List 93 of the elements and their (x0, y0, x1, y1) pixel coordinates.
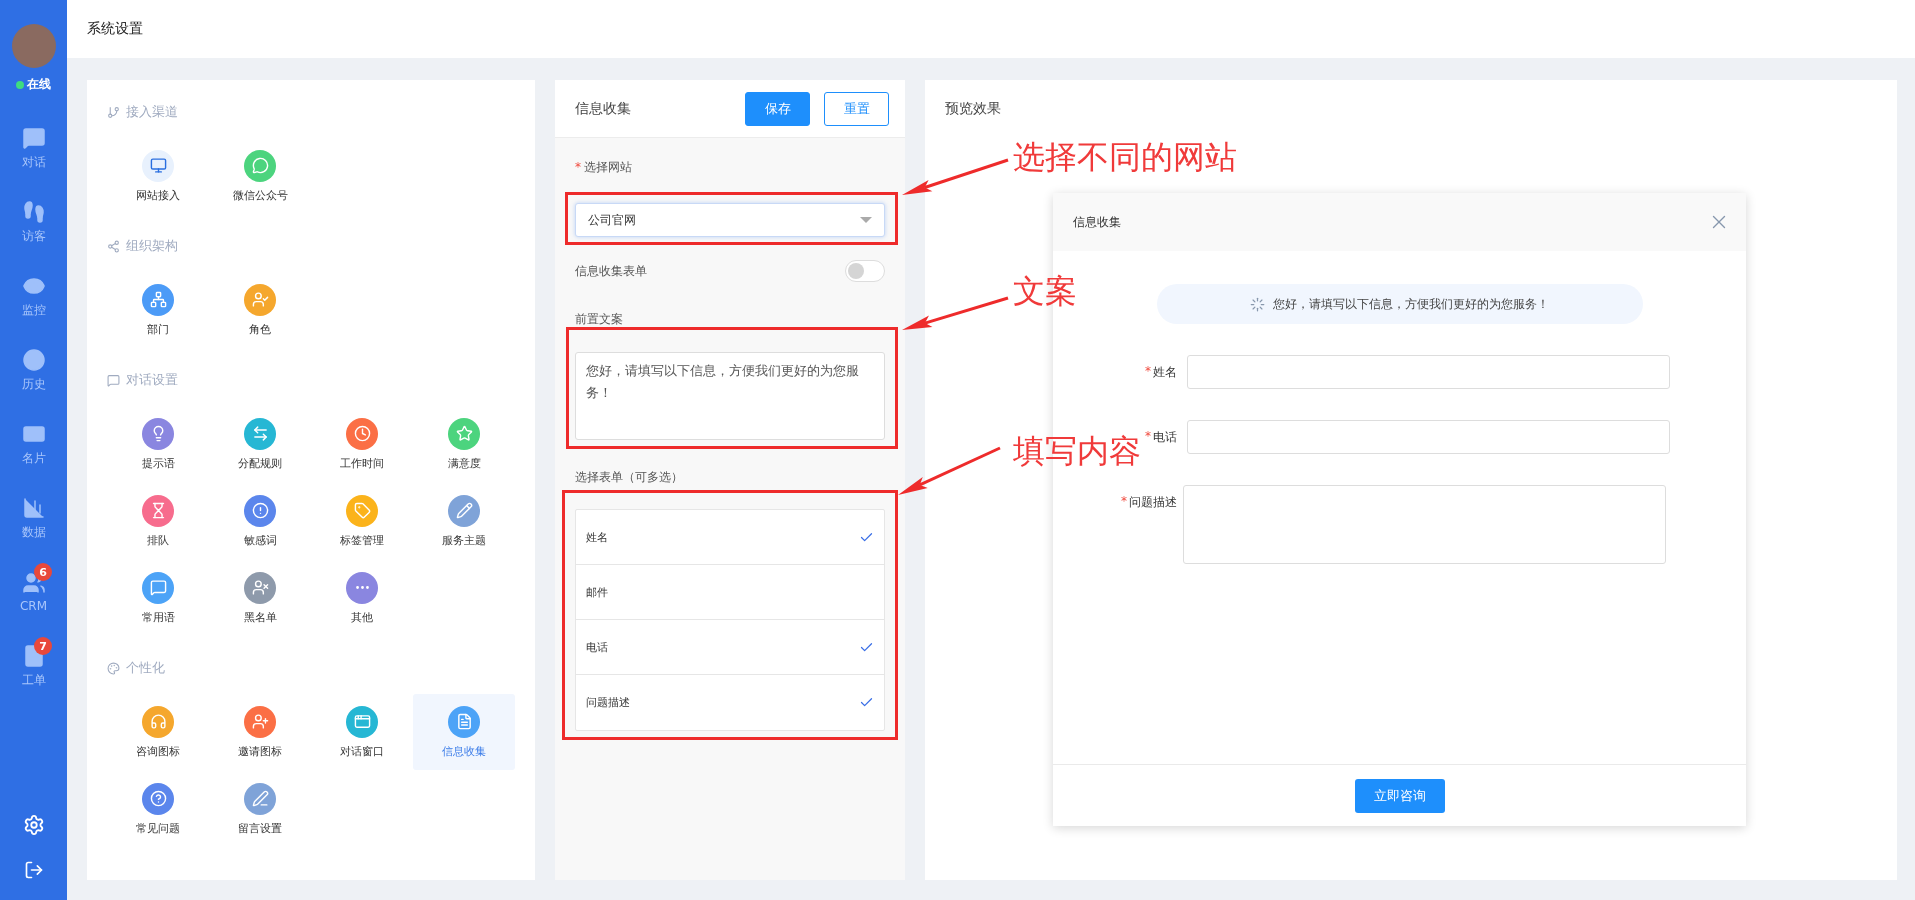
settings-item[interactable]: 咨询图标 (107, 694, 209, 770)
item-label: 常见问题 (136, 820, 180, 836)
site-select[interactable]: 公司官网 (575, 203, 885, 237)
settings-item[interactable]: 部门 (107, 272, 209, 348)
settings-item[interactable]: 黑名单 (209, 560, 311, 636)
section-title: 接入渠道 (126, 103, 178, 121)
field-option[interactable]: 姓名 (576, 510, 884, 565)
input-field[interactable] (1187, 355, 1670, 389)
settings-item[interactable]: 常见问题 (107, 771, 209, 847)
field-label: 选择表单（可多选） (575, 468, 683, 486)
item-label: 常用语 (141, 609, 175, 625)
item-label: 网站接入 (136, 187, 180, 203)
annotation-text: 填写内容 (1013, 431, 1141, 472)
settings-icon[interactable] (22, 814, 45, 836)
section-icon (107, 239, 120, 253)
nav-icon (21, 495, 46, 520)
settings-item[interactable]: 敏感词 (209, 483, 311, 559)
required-mark: * (1145, 429, 1151, 445)
notice-text: 您好，请填写以下信息，方便我们更好的为您服务！ (1273, 295, 1549, 313)
field-label: 问题描述 (1129, 494, 1177, 511)
section-icon (107, 105, 120, 119)
caret-icon (860, 217, 872, 223)
settings-item[interactable]: 信息收集 (413, 694, 515, 770)
section-title: 对话设置 (126, 371, 178, 389)
nav-item[interactable]: CRM 6 (0, 555, 67, 629)
item-label: 工作时间 (340, 455, 384, 471)
input-field[interactable] (1187, 420, 1670, 454)
settings-item[interactable]: 角色 (209, 272, 311, 348)
preview-title: 预览效果 (945, 100, 1001, 118)
item-label: 信息收集 (442, 743, 486, 759)
settings-item[interactable]: 服务主题 (413, 483, 515, 559)
item-label: 部门 (147, 321, 169, 337)
field-label: 前置文案 (575, 310, 623, 328)
nav-icon (21, 347, 46, 372)
item-label: 对话窗口 (340, 743, 384, 759)
settings-item[interactable]: 排队 (107, 483, 209, 559)
intro-text-field[interactable]: 您好，请填写以下信息，方便我们更好的为您服务！ (575, 352, 885, 440)
dialog-title: 信息收集 (1073, 213, 1121, 231)
item-label: 咨询图标 (136, 743, 180, 759)
section-icon (107, 661, 120, 675)
item-label: 提示语 (141, 455, 175, 471)
settings-item[interactable]: 常用语 (107, 560, 209, 636)
item-label: 服务主题 (442, 532, 486, 548)
settings-item[interactable]: 满意度 (413, 406, 515, 482)
annotation-text: 文案 (1013, 271, 1077, 312)
section-title: 组织架构 (126, 237, 178, 255)
field-option[interactable]: 电话 (576, 620, 884, 675)
item-label: 邀请图标 (238, 743, 282, 759)
item-label: 敏感词 (243, 532, 277, 548)
item-label: 满意度 (447, 455, 481, 471)
field-label: 电话 (1153, 429, 1177, 446)
settings-item[interactable]: 标签管理 (311, 483, 413, 559)
count-badge: 7 (34, 637, 52, 655)
field-label: 选择网站 (584, 158, 632, 176)
panel-title: 信息收集 (575, 99, 632, 118)
required-mark: * (575, 160, 581, 174)
item-label: 留言设置 (238, 820, 282, 836)
item-label: 标签管理 (340, 532, 384, 548)
section-icon (107, 373, 120, 387)
settings-item[interactable]: 工作时间 (311, 406, 413, 482)
item-label: 黑名单 (243, 609, 277, 625)
page-title: 系统设置 (87, 20, 143, 38)
settings-item[interactable]: 提示语 (107, 406, 209, 482)
avatar[interactable] (11, 24, 56, 68)
section-title: 个性化 (126, 659, 165, 677)
field-label: 姓名 (1153, 364, 1177, 381)
toggle-switch[interactable] (845, 260, 885, 282)
item-label: 其他 (351, 609, 373, 625)
count-badge: 6 (34, 563, 52, 581)
settings-item[interactable]: 分配规则 (209, 406, 311, 482)
settings-item[interactable]: 邀请图标 (209, 694, 311, 770)
required-mark: * (1145, 364, 1151, 380)
item-label: 角色 (249, 321, 271, 337)
text-area[interactable] (1183, 485, 1666, 564)
settings-item[interactable]: 对话窗口 (311, 694, 413, 770)
required-mark: * (1121, 494, 1127, 510)
settings-item[interactable]: 网站接入 (107, 138, 209, 214)
item-label: 分配规则 (238, 455, 282, 471)
nav-item[interactable]: 工单 7 (0, 629, 67, 703)
settings-item[interactable]: 其他 (311, 560, 413, 636)
annotation-text: 选择不同的网站 (1013, 137, 1237, 178)
logout-icon[interactable] (23, 860, 44, 880)
field-option[interactable]: 邮件 (576, 565, 884, 620)
field-option[interactable]: 问题描述 (576, 675, 884, 730)
item-label: 排队 (147, 532, 169, 548)
nav-icon (21, 125, 46, 150)
field-label: 信息收集表单 (575, 262, 647, 280)
status-label: 在线 (27, 76, 51, 93)
settings-item[interactable]: 留言设置 (209, 771, 311, 847)
item-label: 微信公众号 (232, 187, 288, 203)
spinner-icon (1250, 296, 1265, 312)
nav-icon (21, 199, 46, 224)
settings-item[interactable]: 微信公众号 (209, 138, 311, 214)
